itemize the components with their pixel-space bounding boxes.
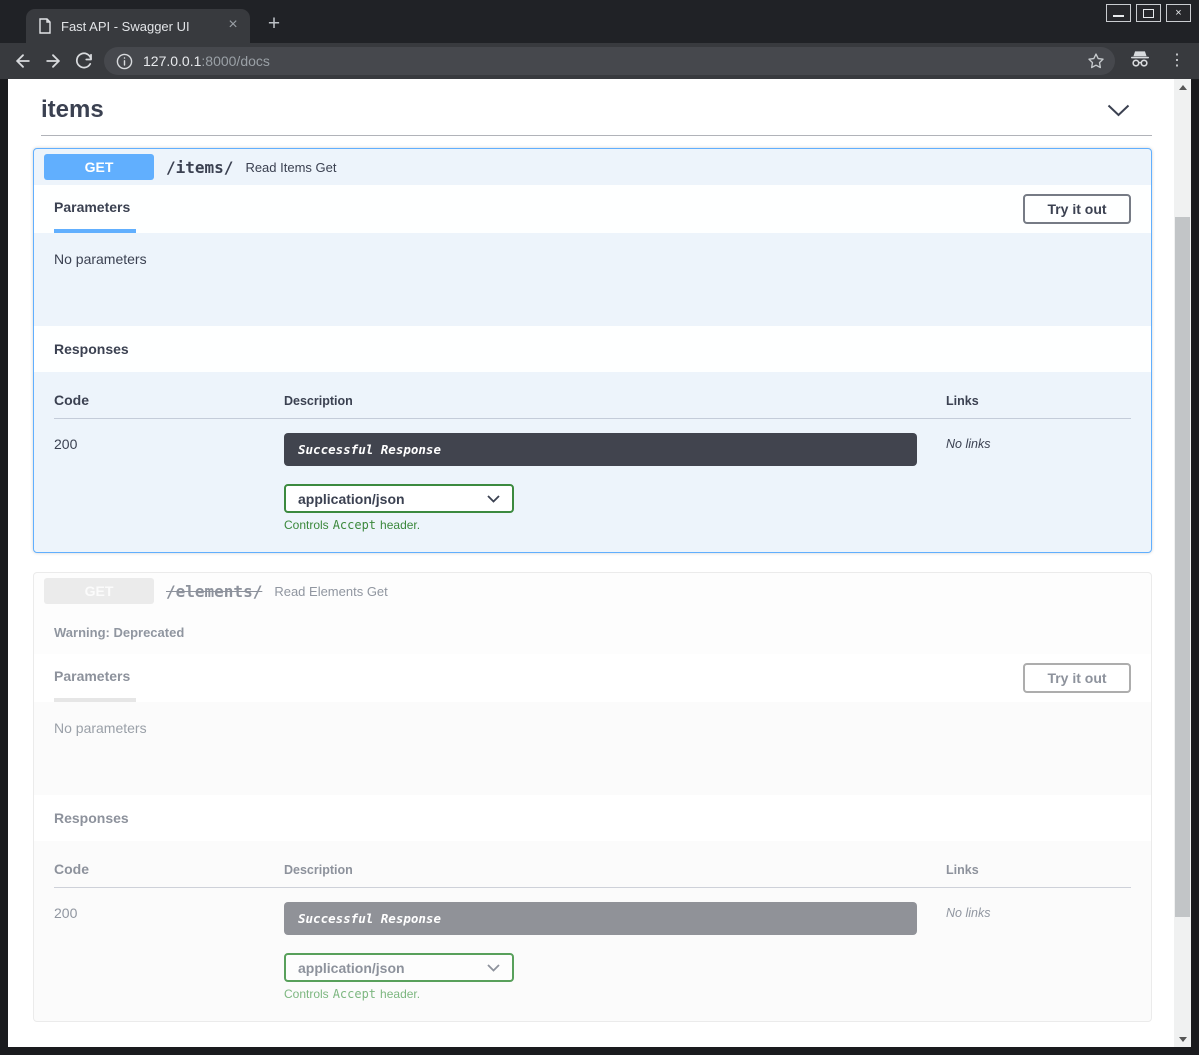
tag-title[interactable]: items xyxy=(41,96,104,124)
responses-table: Code Description Links 200 Successful Re… xyxy=(34,372,1151,552)
site-info-icon[interactable] xyxy=(116,53,133,70)
browser-window: Fast API - Swagger UI × + × xyxy=(0,0,1199,1055)
response-description-cell: Successful Response application/json Con… xyxy=(284,433,946,532)
operation-summary[interactable]: GET /elements/ Read Elements Get xyxy=(34,573,1151,609)
responses-table-head: Code Description Links xyxy=(54,388,1131,408)
tab-strip: Fast API - Swagger UI × + × xyxy=(0,0,1199,43)
http-method-badge: GET xyxy=(44,578,154,604)
responses-table-head: Code Description Links xyxy=(54,857,1131,877)
operation-get-items: GET /items/ Read Items Get Parameters Tr… xyxy=(33,148,1152,553)
operation-path: /elements/ xyxy=(166,582,262,601)
media-type-select[interactable]: application/json xyxy=(284,484,514,513)
bookmark-star-icon[interactable] xyxy=(1087,52,1105,70)
tag-section-header[interactable]: items xyxy=(33,89,1152,127)
close-button[interactable]: × xyxy=(1166,4,1191,22)
url-text[interactable]: 127.0.0.1:8000/docs xyxy=(143,53,1079,69)
select-chevron-icon xyxy=(487,490,500,508)
try-it-out-button[interactable]: Try it out xyxy=(1023,663,1131,693)
reload-icon[interactable] xyxy=(68,47,98,75)
menu-kebab-icon[interactable]: ⋮ xyxy=(1165,54,1189,68)
swagger-content: items GET /items/ Read Items Get Para xyxy=(8,79,1174,1022)
toolbar-right-icons: ⋮ xyxy=(1129,50,1189,73)
response-code: 200 xyxy=(54,902,284,921)
col-header-description: Description xyxy=(284,388,946,408)
responses-title: Responses xyxy=(54,810,129,826)
scrollbar-thumb[interactable] xyxy=(1175,217,1190,917)
tab-close-icon[interactable]: × xyxy=(224,17,242,35)
tab-title: Fast API - Swagger UI xyxy=(61,19,224,34)
address-bar[interactable]: 127.0.0.1:8000/docs xyxy=(104,47,1115,75)
response-description-cell: Successful Response application/json Con… xyxy=(284,902,946,1001)
response-links: No links xyxy=(946,433,1131,451)
chevron-down-icon[interactable] xyxy=(1107,104,1130,117)
operation-summary-text: Read Items Get xyxy=(245,160,336,175)
responses-header: Responses xyxy=(34,326,1151,372)
parameters-header: Parameters Try it out xyxy=(34,185,1151,233)
scrollbar[interactable] xyxy=(1174,79,1191,1047)
accept-header-hint: ControlsAcceptheader. xyxy=(284,518,946,532)
response-links: No links xyxy=(946,902,1131,920)
accept-header-hint: ControlsAcceptheader. xyxy=(284,987,946,1001)
responses-table: Code Description Links 200 Successful Re… xyxy=(34,841,1151,1021)
active-tab-underline xyxy=(54,229,136,233)
tab-parameters[interactable]: Parameters xyxy=(54,654,130,702)
document-icon xyxy=(38,18,52,34)
col-header-code: Code xyxy=(54,388,284,408)
operation-get-elements-deprecated: GET /elements/ Read Elements Get Warning… xyxy=(33,572,1152,1022)
responses-header: Responses xyxy=(34,795,1151,841)
tab-parameters[interactable]: Parameters xyxy=(54,185,130,233)
operation-summary-text: Read Elements Get xyxy=(274,584,387,599)
maximize-button[interactable] xyxy=(1136,4,1161,22)
response-row: 200 Successful Response application/json xyxy=(54,888,1131,1001)
col-header-code: Code xyxy=(54,857,284,877)
parameters-header: Parameters Try it out xyxy=(34,654,1151,702)
operation-path: /items/ xyxy=(166,158,233,177)
operation-summary[interactable]: GET /items/ Read Items Get xyxy=(34,149,1151,185)
response-row: 200 Successful Response application/json xyxy=(54,419,1131,532)
url-host: 127.0.0.1 xyxy=(143,53,201,69)
swagger-page: items GET /items/ Read Items Get Para xyxy=(8,79,1191,1047)
no-parameters-text: No parameters xyxy=(34,702,1151,795)
col-header-links: Links xyxy=(946,857,1131,877)
responses-title: Responses xyxy=(54,341,129,357)
browser-toolbar: 127.0.0.1:8000/docs ⋮ xyxy=(0,43,1199,79)
http-method-badge: GET xyxy=(44,154,154,180)
new-tab-button[interactable]: + xyxy=(262,13,286,37)
response-code: 200 xyxy=(54,433,284,452)
col-header-links: Links xyxy=(946,388,1131,408)
response-description: Successful Response xyxy=(284,902,917,935)
no-parameters-text: No parameters xyxy=(34,233,1151,326)
response-description: Successful Response xyxy=(284,433,917,466)
select-chevron-icon xyxy=(487,959,500,977)
forward-icon[interactable] xyxy=(38,47,68,75)
col-header-description: Description xyxy=(284,857,946,877)
back-icon[interactable] xyxy=(8,47,38,75)
active-tab-underline xyxy=(54,698,136,702)
try-it-out-button[interactable]: Try it out xyxy=(1023,194,1131,224)
media-type-select[interactable]: application/json xyxy=(284,953,514,982)
section-divider xyxy=(41,135,1152,136)
minimize-button[interactable] xyxy=(1106,4,1131,22)
deprecated-warning: Warning: Deprecated xyxy=(34,609,1151,654)
scroll-up-icon[interactable] xyxy=(1174,80,1191,94)
scroll-down-icon[interactable] xyxy=(1174,1032,1191,1046)
browser-tab[interactable]: Fast API - Swagger UI × xyxy=(26,9,250,43)
url-path: :8000/docs xyxy=(201,53,270,69)
incognito-icon[interactable] xyxy=(1129,50,1151,73)
window-controls: × xyxy=(1106,4,1191,22)
